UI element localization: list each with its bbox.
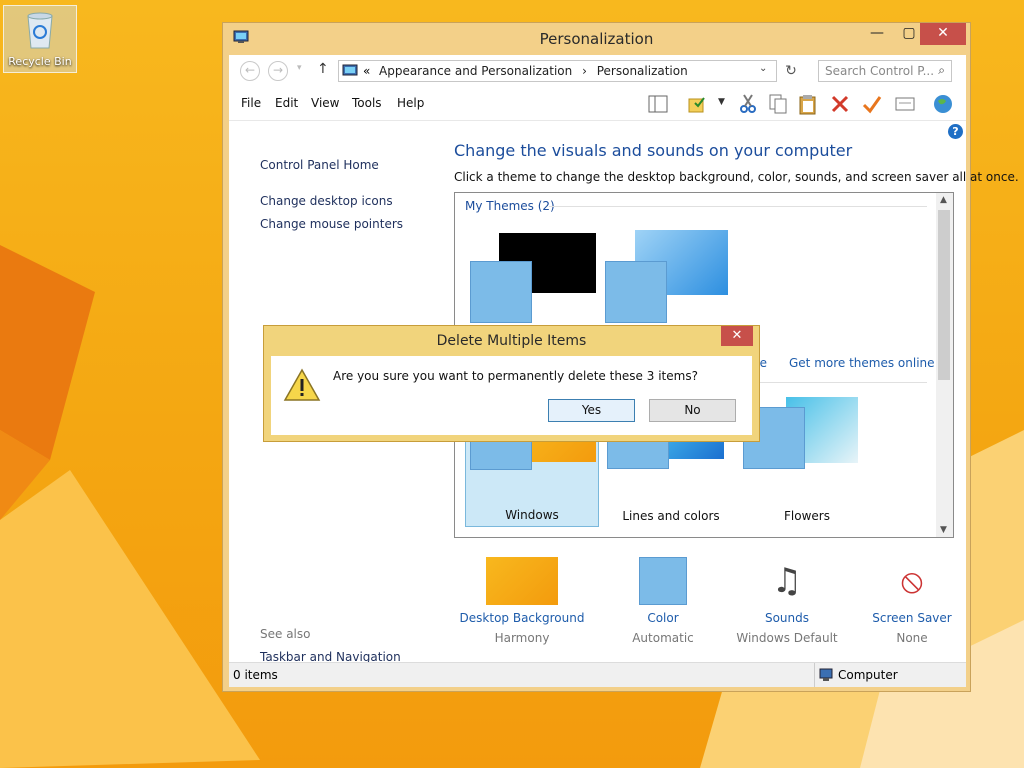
color-value: Automatic	[632, 631, 694, 645]
warning-icon	[283, 368, 321, 401]
forward-icon[interactable]: →	[268, 61, 288, 81]
group-divider	[549, 206, 927, 207]
computer-icon	[819, 668, 833, 681]
desktop-background-value: Harmony	[494, 631, 550, 645]
refresh-icon[interactable]: ↻	[780, 60, 802, 82]
menu-tools[interactable]: Tools	[352, 96, 382, 110]
sounds-icon: ♫	[771, 561, 803, 601]
status-bar: 0 items Computer	[229, 662, 966, 687]
theme-flowers[interactable]: Flowers	[740, 397, 874, 527]
menu-help[interactable]: Help	[397, 96, 424, 110]
back-icon[interactable]: ←	[240, 61, 260, 81]
palette-icon	[605, 261, 667, 323]
desktop-background-icon	[486, 557, 558, 605]
see-also-label: See also	[260, 627, 311, 641]
theme-name: Lines and colors	[622, 509, 720, 523]
control-panel-icon	[342, 64, 358, 76]
sounds-value: Windows Default	[736, 631, 838, 645]
checkmark-icon[interactable]	[861, 93, 883, 115]
page-subtitle: Click a theme to change the desktop back…	[454, 170, 1019, 184]
help-icon[interactable]: ?	[948, 124, 963, 139]
scroll-up-icon[interactable]: ▲	[940, 195, 947, 205]
search-icon[interactable]: ⌕	[938, 63, 945, 78]
breadcrumb-personalization[interactable]: Personalization	[597, 64, 688, 78]
sounds-item[interactable]: ♫ Sounds Windows Default	[722, 557, 852, 645]
menu-view[interactable]: View	[311, 96, 339, 110]
color-label[interactable]: Color	[598, 611, 728, 625]
menu-file[interactable]: File	[241, 96, 261, 110]
scroll-down-icon[interactable]: ▼	[940, 525, 947, 535]
theme-name: Windows	[505, 508, 559, 522]
desktop-background-item[interactable]: Desktop Background Harmony	[457, 557, 587, 645]
dialog-message: Are you sure you want to permanently del…	[333, 369, 698, 383]
item-count: 0 items	[233, 668, 278, 682]
scroll-thumb[interactable]	[938, 210, 950, 380]
color-icon	[639, 557, 687, 605]
minimize-button[interactable]: —	[863, 23, 891, 45]
my-themes-label: My Themes (2)	[465, 199, 555, 213]
themes-scrollbar[interactable]: ▲ ▼	[936, 193, 953, 537]
breadcrumb-appearance[interactable]: Appearance and Personalization	[379, 64, 572, 78]
recent-pages-icon[interactable]: ▾	[297, 63, 302, 73]
status-divider	[814, 663, 815, 687]
address-bar[interactable]: « Appearance and Personalization › Perso…	[338, 60, 777, 82]
panes-icon[interactable]	[647, 93, 669, 115]
chevron-down-icon[interactable]: ⌄	[759, 63, 767, 74]
breadcrumb: Appearance and Personalization › Persona…	[379, 64, 688, 78]
sounds-label[interactable]: Sounds	[722, 611, 852, 625]
maximize-button[interactable]: ▢	[895, 23, 923, 45]
screen-saver-icon: ⦸	[900, 561, 924, 601]
close-button[interactable]: ✕	[920, 23, 966, 45]
properties-icon[interactable]	[894, 93, 916, 115]
search-placeholder: Search Control P...	[825, 64, 935, 78]
color-item[interactable]: Color Automatic	[598, 557, 728, 645]
zone-label: Computer	[838, 668, 898, 682]
dialog-close-button[interactable]: ✕	[721, 326, 753, 346]
cut-icon[interactable]	[737, 93, 759, 115]
no-button[interactable]: No	[649, 399, 736, 422]
palette-icon	[470, 261, 532, 323]
recycle-bin[interactable]: Recycle Bin	[3, 5, 77, 73]
paste-icon[interactable]	[797, 93, 819, 115]
folder-options-icon[interactable]	[687, 93, 709, 115]
title-bar: Personalization — ▢ ✕	[223, 23, 970, 53]
my-theme-1[interactable]	[465, 217, 599, 339]
window-title: Personalization	[539, 30, 654, 48]
up-arrow-icon[interactable]: ↑	[317, 61, 329, 77]
dropdown-arrow-icon[interactable]: ▼	[718, 97, 725, 107]
page-title: Change the visuals and sounds on your co…	[454, 141, 853, 160]
theme-name: Flowers	[784, 509, 830, 523]
screen-saver-value: None	[896, 631, 928, 645]
screen-saver-label[interactable]: Screen Saver	[847, 611, 977, 625]
search-input[interactable]: Search Control P... ⌕	[818, 60, 952, 82]
recycle-bin-icon	[27, 12, 53, 49]
breadcrumb-overflow[interactable]: «	[363, 64, 370, 78]
change-desktop-icons-link[interactable]: Change desktop icons	[260, 194, 393, 208]
navigation-bar: ← → ▾ ↑ « Appearance and Personalization…	[229, 55, 966, 87]
dialog-title: Delete Multiple Items	[436, 333, 587, 349]
menu-bar: File Edit View Tools Help ▼	[229, 87, 966, 121]
copy-icon[interactable]	[767, 93, 789, 115]
screen-saver-item[interactable]: ⦸ Screen Saver None	[847, 557, 977, 645]
my-theme-2[interactable]	[600, 217, 734, 339]
delete-icon[interactable]	[829, 93, 851, 115]
dialog-body: Are you sure you want to permanently del…	[271, 356, 752, 435]
delete-dialog: Delete Multiple Items ✕ Are you sure you…	[263, 325, 760, 442]
get-more-themes-link[interactable]: Get more themes online	[789, 356, 935, 370]
breadcrumb-separator: ›	[582, 64, 587, 78]
change-mouse-pointers-link[interactable]: Change mouse pointers	[260, 217, 403, 231]
control-panel-home-link[interactable]: Control Panel Home	[260, 158, 379, 172]
globe-icon[interactable]	[932, 93, 954, 115]
menu-edit[interactable]: Edit	[275, 96, 298, 110]
recycle-bin-label: Recycle Bin	[8, 55, 72, 68]
yes-button[interactable]: Yes	[548, 399, 635, 422]
desktop-background-label[interactable]: Desktop Background	[457, 611, 587, 625]
